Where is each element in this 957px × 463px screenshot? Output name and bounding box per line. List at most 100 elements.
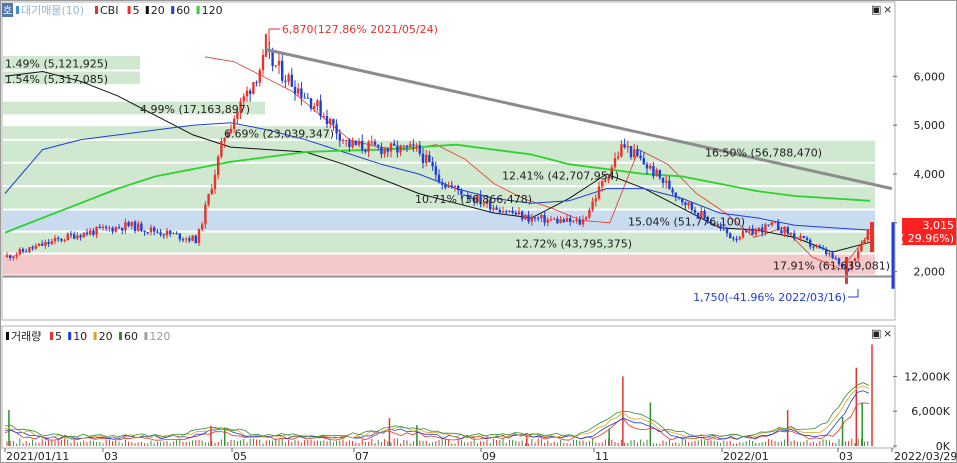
- candle-body: [537, 217, 540, 219]
- candle-body: [290, 74, 293, 87]
- candle-body: [249, 90, 252, 94]
- candle-body: [412, 144, 415, 146]
- candle-body: [47, 241, 50, 244]
- candle-body: [754, 230, 757, 235]
- candle-body: [796, 237, 799, 239]
- candle-body: [636, 149, 639, 156]
- candle-body: [34, 245, 37, 249]
- volume-profile-band: [3, 254, 875, 275]
- candle-body: [793, 233, 796, 239]
- candle-body: [274, 65, 277, 67]
- candle-body: [825, 249, 828, 255]
- candle-body: [543, 215, 546, 223]
- candle-body: [447, 185, 450, 188]
- candle-body: [549, 219, 553, 221]
- candle-body: [351, 140, 354, 147]
- candle-body: [553, 218, 556, 220]
- candle-body: [777, 222, 780, 231]
- volume-profile-band-label: 4.99% (17,163,897): [140, 103, 250, 116]
- candle-body: [421, 153, 425, 164]
- candle-body: [297, 88, 300, 94]
- candle-body: [210, 189, 213, 194]
- candle-body: [581, 219, 585, 225]
- candle-body: [117, 227, 121, 229]
- candle-body: [271, 51, 274, 66]
- candle-body: [85, 232, 89, 235]
- candle-body: [540, 215, 543, 219]
- candle-body: [565, 218, 569, 222]
- candle-body: [57, 238, 60, 240]
- price-maximize-button[interactable]: ▣: [871, 3, 881, 16]
- candle-body: [373, 141, 377, 146]
- candle-body: [681, 198, 684, 203]
- candle-body: [178, 233, 181, 240]
- candle-body: [498, 209, 501, 213]
- candle-body: [191, 235, 194, 241]
- candle-body: [281, 60, 284, 81]
- candle-body: [9, 255, 12, 259]
- candle-body: [354, 140, 357, 146]
- candle-body: [428, 154, 431, 162]
- candle-body: [207, 193, 210, 205]
- price-legend[interactable]: 호 대기매물(10) CBI 5 20 60 120: [2, 3, 223, 17]
- legend-item-label: 120: [202, 4, 223, 17]
- candle-body: [402, 145, 405, 147]
- candle-body: [393, 143, 396, 146]
- candle-body: [687, 202, 690, 206]
- candle-body: [50, 241, 53, 244]
- legend-swatch: [145, 6, 149, 14]
- legend-item-label: 대기매물(10): [21, 4, 84, 17]
- candle-body: [767, 224, 770, 226]
- candle-body: [671, 189, 674, 193]
- candle-body: [505, 211, 508, 213]
- candle-body: [649, 166, 652, 169]
- candle-body: [866, 229, 869, 241]
- candle-body: [674, 192, 677, 197]
- price-panel: 1.49% (5,121,925) 1.54% (5,317,085) 4.99% …: [1, 1, 956, 321]
- candle-body: [127, 222, 130, 226]
- volume-legend-swatch: [93, 332, 97, 340]
- price-y-tick-label: 4,000: [914, 168, 946, 181]
- candle-body: [773, 222, 777, 224]
- volume-legend-swatch: [144, 332, 148, 340]
- candle-body: [748, 228, 751, 232]
- x-tick-label: 2022/03/29: [894, 450, 957, 463]
- candle-body: [645, 164, 649, 169]
- candle-body: [313, 106, 316, 109]
- candle-body: [441, 182, 444, 185]
- candle-body: [527, 214, 530, 222]
- candle-body: [818, 246, 821, 248]
- candle-body: [309, 98, 313, 109]
- candle-body: [729, 233, 732, 239]
- candle-body: [524, 214, 527, 220]
- candle-body: [857, 251, 860, 259]
- volume-close-button[interactable]: ×: [883, 327, 892, 340]
- candle-body: [348, 139, 351, 147]
- x-tick-label: 07: [355, 450, 369, 463]
- candle-body: [437, 174, 441, 183]
- candle-body: [613, 157, 617, 168]
- candle-body: [450, 185, 453, 187]
- legend-swatch: [95, 6, 98, 14]
- candle-body: [277, 60, 281, 66]
- candle-body: [585, 217, 588, 220]
- candle-body: [380, 146, 383, 155]
- volume-panel: 0K6,000K12,000K 거래량 5 10 20 60 120 ▣ ×: [1, 325, 951, 453]
- candle-body: [95, 226, 98, 235]
- candle-body: [217, 156, 220, 175]
- candle-body: [508, 210, 511, 213]
- candle-body: [383, 148, 386, 155]
- candle-body: [620, 144, 623, 157]
- price-close-button[interactable]: ×: [883, 3, 892, 16]
- volume-maximize-button[interactable]: ▣: [871, 327, 881, 340]
- candle-body: [156, 231, 159, 233]
- volume-profile-band-label: 12.41% (42,707,954): [502, 169, 619, 182]
- price-y-tick-label: 6,000: [914, 70, 946, 83]
- candle-body: [690, 202, 693, 210]
- volume-y-tick-label: 12,000K: [904, 370, 950, 383]
- candle-body: [559, 219, 562, 224]
- candle-body: [188, 238, 191, 241]
- candle-body: [821, 247, 825, 250]
- candle-body: [492, 207, 495, 210]
- candle-body: [751, 228, 754, 235]
